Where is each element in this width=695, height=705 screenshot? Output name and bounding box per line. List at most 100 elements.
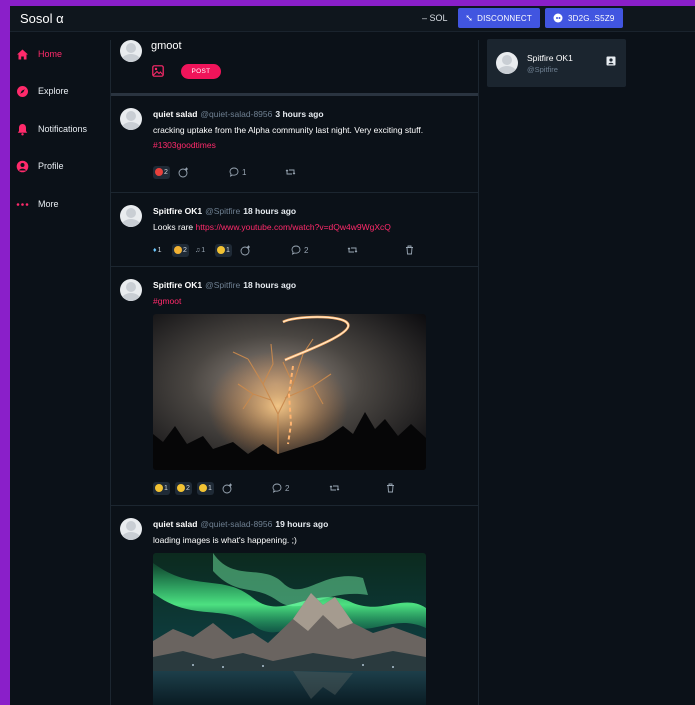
unlink-icon	[466, 15, 472, 21]
sidebar: Home Explore Notifications Profile More	[10, 32, 110, 705]
nav-label: Explore	[38, 86, 69, 96]
post-text-content: Looks rare	[153, 222, 196, 232]
compose-avatar	[120, 40, 142, 62]
disconnect-label: DISCONNECT	[477, 13, 532, 23]
nav-explore[interactable]: Explore	[16, 80, 69, 102]
compose-input[interactable]: gmoot	[151, 40, 182, 52]
author-name[interactable]: quiet salad	[153, 519, 197, 529]
author-handle[interactable]: @quiet-salad-8956	[200, 519, 272, 529]
home-icon	[16, 48, 29, 61]
reaction-count: 1	[208, 484, 212, 492]
comment-count: 2	[285, 483, 290, 493]
emoji-icon	[155, 484, 163, 492]
more-icon	[16, 198, 29, 211]
author-handle[interactable]: @Spitfire	[205, 280, 240, 290]
post-header: quiet salad @quiet-salad-8956 3 hours ago	[153, 109, 324, 119]
nav-home[interactable]: Home	[16, 43, 62, 65]
nav-label: Home	[38, 49, 63, 59]
post-text: cracking uptake from the Alpha community…	[153, 125, 424, 135]
reaction-chip[interactable]: 1	[197, 481, 214, 495]
post: Spitfire OK1 @Spitfire 18 hours ago Looks …	[111, 193, 478, 267]
nav-more[interactable]: More	[16, 193, 59, 215]
author-name[interactable]: quiet salad	[153, 109, 197, 119]
emoji-icon	[217, 246, 225, 254]
post-image[interactable]	[153, 314, 426, 470]
repost-icon[interactable]	[285, 165, 296, 179]
reaction-count: 1	[164, 484, 168, 492]
avatar[interactable]	[120, 518, 142, 540]
post-header: quiet salad @quiet-salad-8956 19 hours ago	[153, 519, 328, 529]
avatar[interactable]	[120, 279, 142, 301]
reaction-count: 1	[157, 246, 162, 254]
comment-count: 2	[304, 245, 309, 255]
reaction-chip[interactable]: ♫ 1	[195, 243, 205, 257]
add-reaction-icon[interactable]	[178, 165, 189, 179]
emoji-icon	[177, 484, 185, 492]
music-icon: ♫	[195, 246, 201, 254]
reaction-count: 2	[164, 168, 168, 176]
wallet-button[interactable]: 3D2G..S5Z9	[545, 8, 623, 28]
nav-label: More	[38, 199, 59, 209]
hashtag[interactable]: #1303goodtimes	[153, 140, 216, 150]
post-text: Looks rare https://www.youtube.com/watch…	[153, 222, 391, 232]
app-title: Sosol α	[20, 11, 64, 26]
suggested-user-name[interactable]: Spitfire OK1	[527, 53, 573, 63]
delete-icon[interactable]	[386, 481, 395, 495]
reaction-chip[interactable]: 1	[153, 481, 170, 495]
hashtag[interactable]: #gmoot	[153, 296, 181, 306]
reaction-chip[interactable]: 1	[215, 243, 232, 257]
post: Spitfire OK1 @Spitfire 18 hours ago #gmoot	[111, 267, 478, 506]
comment-button[interactable]: 2	[291, 243, 308, 257]
nav-notifications[interactable]: Notifications	[16, 118, 87, 140]
image-icon[interactable]	[152, 65, 164, 77]
nav-label: Profile	[38, 161, 64, 171]
divider	[478, 40, 479, 705]
sol-balance: – SOL	[422, 13, 448, 23]
reaction-chip[interactable]: ♦ 1	[153, 243, 161, 257]
post-time: 18 hours ago	[243, 206, 297, 216]
add-reaction-icon[interactable]	[222, 481, 233, 495]
repost-icon[interactable]	[329, 481, 340, 495]
avatar[interactable]	[496, 52, 518, 74]
emoji-icon	[155, 168, 163, 176]
add-reaction-icon[interactable]	[240, 243, 251, 257]
repost-icon[interactable]	[347, 243, 358, 257]
emoji-icon	[174, 246, 182, 254]
suggested-user-handle: @Spitfire	[527, 65, 558, 74]
post-image[interactable]	[153, 553, 426, 705]
post-header: Spitfire OK1 @Spitfire 18 hours ago	[153, 206, 296, 216]
comment-icon	[229, 167, 239, 177]
reaction-count: 1	[201, 246, 206, 254]
post-button[interactable]: POST	[181, 64, 221, 79]
author-handle[interactable]: @quiet-salad-8956	[200, 109, 272, 119]
author-name[interactable]: Spitfire OK1	[153, 280, 202, 290]
night-tree-photo	[153, 314, 426, 470]
suggested-user-card[interactable]: Spitfire OK1 @Spitfire	[487, 39, 626, 87]
comment-button[interactable]: 1	[229, 165, 246, 179]
reaction-count: 1	[226, 246, 230, 254]
nav-profile[interactable]: Profile	[16, 155, 64, 177]
post-link[interactable]: https://www.youtube.com/watch?v=dQw4w9Wg…	[196, 222, 391, 232]
author-handle[interactable]: @Spitfire	[205, 206, 240, 216]
post-header: Spitfire OK1 @Spitfire 18 hours ago	[153, 280, 296, 290]
avatar[interactable]	[120, 205, 142, 227]
reaction-chip[interactable]: 2	[172, 243, 189, 257]
reaction-chip[interactable]: 2	[175, 481, 192, 495]
post-time: 3 hours ago	[275, 109, 324, 119]
reaction-count: 2	[186, 484, 190, 492]
emoji-icon	[199, 484, 207, 492]
gem-icon: ♦	[153, 246, 157, 254]
disconnect-button[interactable]: DISCONNECT	[458, 8, 540, 28]
contact-card-icon[interactable]	[606, 56, 616, 66]
reaction-chip[interactable]: 2	[153, 165, 170, 179]
app-window: Sosol α – SOL DISCONNECT 3D2G..S5Z9 Home…	[10, 6, 695, 705]
aurora-photo	[153, 553, 426, 705]
delete-icon[interactable]	[405, 243, 414, 257]
wallet-address: 3D2G..S5Z9	[568, 13, 615, 23]
top-bar: Sosol α – SOL DISCONNECT 3D2G..S5Z9	[10, 6, 695, 32]
avatar[interactable]	[120, 108, 142, 130]
comment-button[interactable]: 2	[272, 481, 289, 495]
author-name[interactable]: Spitfire OK1	[153, 206, 202, 216]
feed: gmoot POST quiet salad @quiet-salad-8956 3…	[111, 32, 478, 705]
post-time: 19 hours ago	[275, 519, 329, 529]
